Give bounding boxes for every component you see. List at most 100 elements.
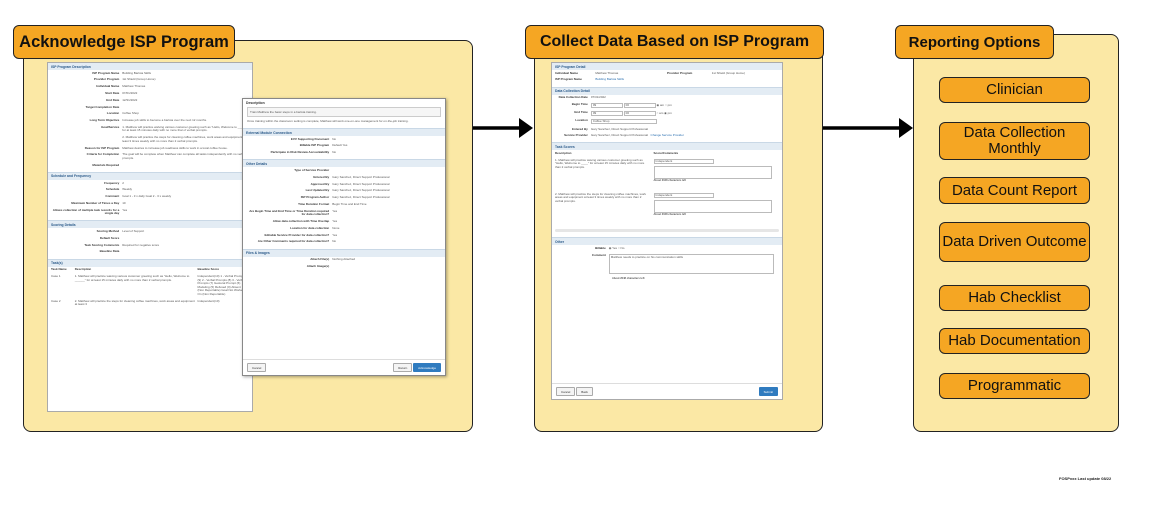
- detail-value: [122, 164, 249, 168]
- detail-label: Provider Program: [93, 77, 120, 82]
- detail-row: Start Date 07/01/2022: [48, 90, 252, 97]
- report-option-hab-documentation[interactable]: Hab Documentation: [939, 328, 1090, 354]
- begin-time-label: Begin Time: [571, 101, 588, 106]
- begin-am-radio[interactable]: am: [660, 103, 664, 107]
- location-input[interactable]: Coffee Shop: [590, 119, 657, 125]
- detail-label: Billable ISP Program: [299, 143, 330, 148]
- detail-value: 1. Matthew will practice waiving various…: [122, 124, 247, 133]
- report-option-programmatic[interactable]: Programmatic: [939, 373, 1090, 399]
- detail-label: Location for data collection: [290, 225, 330, 230]
- footnote: FOSPxxx Last update 08/22: [1059, 476, 1112, 481]
- section-header: Scoring Details: [48, 220, 252, 229]
- detail-value: Gary Sanchez, Direct Support Professiona…: [332, 188, 390, 193]
- detail-row: Frequency 2: [48, 180, 252, 187]
- detail-value: Level of Support: [122, 229, 145, 234]
- detail-label: Participate in Risk Review Accountabilit…: [270, 150, 330, 155]
- detail-value: 10: [122, 200, 126, 205]
- detail-value: Matthew Thomas: [122, 84, 146, 89]
- end-minute-select[interactable]: 00: [623, 111, 656, 117]
- detail-value: Default Yes: [332, 143, 348, 148]
- task-cell: 2. Matthew will practice the steps for c…: [74, 298, 195, 307]
- detail-row: Are Begin Time and End Time or Time Dura…: [243, 208, 445, 218]
- billable-yes-radio[interactable]: Yes: [612, 246, 617, 250]
- task-1-score-select[interactable]: Independent: [653, 158, 714, 164]
- detail-value: No: [332, 239, 337, 244]
- section-header: Files & Images: [243, 248, 445, 257]
- begin-pm-radio[interactable]: pm: [668, 103, 672, 107]
- detail-row: Comment Goal 1 - 3 x daily Goal 2 - 3 x w…: [48, 194, 252, 201]
- section-header: Data Collection Detail: [552, 86, 782, 95]
- detail-row: 2. Matthew will practice the steps for c…: [48, 135, 252, 145]
- detail-label: Are Begin Time and End Time or Time Dura…: [249, 208, 330, 217]
- provider-value: 1st Shield (Group Home): [711, 70, 745, 75]
- submit-button[interactable]: Submit: [758, 387, 778, 396]
- detail-value: Yes: [332, 232, 338, 237]
- detail-label: Are Other Comments required for data col…: [257, 239, 330, 244]
- detail-value: Gary Sanchez, Direct Support Professiona…: [332, 181, 390, 186]
- detail-value: [332, 265, 442, 269]
- date-value[interactable]: 07/31/2022: [591, 96, 779, 100]
- end-pm-radio[interactable]: pm: [668, 111, 672, 115]
- begin-hour-select[interactable]: 09: [590, 102, 623, 108]
- detail-value: [332, 169, 442, 173]
- cancel-button[interactable]: Cancel: [247, 363, 267, 372]
- end-am-radio[interactable]: am: [659, 111, 663, 115]
- detail-value: 2: [122, 180, 124, 185]
- end-hour-select[interactable]: 09: [590, 111, 623, 117]
- section-header: Description: [243, 99, 445, 106]
- collect-title: Collect Data Based on ISP Program: [525, 25, 824, 59]
- section-header: ISP Program Detail: [552, 63, 782, 70]
- begin-minute-select[interactable]: 00: [623, 102, 656, 108]
- detail-label: Default Score: [99, 235, 120, 240]
- detail-label: Schedule: [105, 187, 120, 192]
- detail-label: Attach File(s): [310, 257, 330, 262]
- detail-label: Materials Required: [92, 162, 120, 167]
- return-button[interactable]: Return: [393, 363, 413, 372]
- report-option-data-driven-outcome[interactable]: Data Driven Outcome: [939, 222, 1090, 262]
- detail-label: Maximum Number of Times a Day: [71, 200, 120, 205]
- detail-value: None: [332, 225, 340, 230]
- detail-row: Allows collection of multiple task recor…: [48, 207, 252, 217]
- detail-row: Editable Service Provider for data colle…: [243, 232, 445, 239]
- report-option-hab-checklist[interactable]: Hab Checklist: [939, 285, 1090, 311]
- report-option-clinician[interactable]: Clinician: [939, 77, 1090, 103]
- detail-value: Nothing Attached: [332, 257, 356, 262]
- program-link[interactable]: Building Barista Skills: [595, 78, 624, 82]
- acknowledge-button[interactable]: Acknowledge: [413, 363, 441, 372]
- detail-row: Type of Service Provider: [243, 167, 445, 174]
- task-cell: Case 1: [51, 273, 61, 278]
- detail-row: Baseline Data: [48, 249, 252, 256]
- reporting-title: Reporting Options: [895, 25, 1054, 59]
- individual-value: Matthew Thomas: [595, 70, 619, 75]
- task-2-comment[interactable]: [653, 199, 772, 213]
- task-col-desc: Description: [74, 267, 92, 272]
- detail-value: Goal 1 - 3 x daily Goal 2 - 3 x weekly: [122, 194, 172, 199]
- task-1-comment[interactable]: [653, 165, 772, 179]
- detail-row: Location for data collection None: [243, 225, 445, 232]
- comment-textarea[interactable]: Matthew needs to practice on his communi…: [608, 253, 774, 274]
- report-option-data-count-report[interactable]: Data Count Report: [939, 177, 1090, 204]
- service-provider-value: Gary Sanchez, Direct Support Professiona…: [590, 133, 649, 138]
- detail-value: Gary Sanchez, Direct Support Professiona…: [332, 195, 390, 200]
- description-text: Train Matthew the basic steps in a baris…: [247, 107, 441, 117]
- task-2-score-select[interactable]: Independent: [653, 192, 714, 198]
- detail-value: 2. Matthew will practice the steps for c…: [122, 135, 246, 143]
- detail-row: Attach Image(s): [243, 263, 445, 270]
- billable-no-radio[interactable]: No: [621, 246, 625, 250]
- detail-value: Gary Sanchez, Direct Support Professiona…: [332, 174, 390, 179]
- detail-label: ISP Program Author: [300, 195, 330, 200]
- detail-row: Long Term Objective Increase job skills t…: [48, 117, 252, 124]
- arrow-right-icon: [473, 118, 533, 138]
- task-col-name: Task Name: [51, 267, 67, 272]
- horizontal-scrollbar[interactable]: [555, 229, 779, 233]
- detail-value: The goal will be complete when Matthew c…: [122, 152, 246, 160]
- cancel-button[interactable]: Cancel: [556, 387, 576, 396]
- change-provider-link[interactable]: Change Service Provider: [651, 133, 684, 137]
- back-button[interactable]: Back: [576, 387, 593, 396]
- detail-label: Scoring Method: [96, 229, 120, 234]
- report-option-data-collection-monthly[interactable]: Data Collection Monthly: [939, 122, 1090, 160]
- detail-label: Task Scoring Comments: [84, 242, 120, 247]
- detail-row: Reason for ISP Program Matthew desires to…: [48, 145, 252, 152]
- detail-row: Location Coffee Shop: [48, 111, 252, 118]
- detail-row: Are Other Comments required for data col…: [243, 239, 445, 246]
